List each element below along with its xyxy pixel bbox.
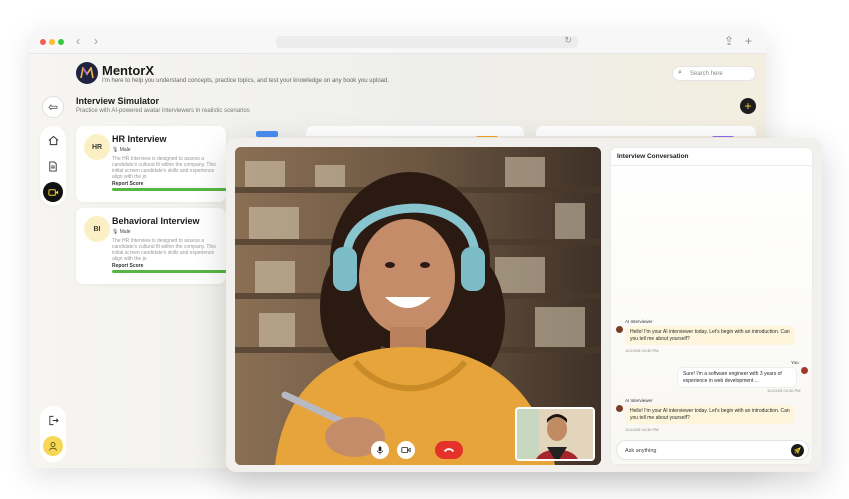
card-partial-3 — [536, 126, 756, 136]
end-call-button[interactable] — [435, 441, 463, 459]
page-title: Interview Simulator — [76, 96, 160, 106]
card-score-bar — [112, 188, 232, 191]
search-placeholder: Search here — [690, 71, 723, 77]
maximize-window-dot[interactable] — [58, 39, 64, 45]
sidebar-item-interview[interactable] — [43, 182, 63, 202]
close-window-dot[interactable] — [40, 39, 46, 45]
chat-message-user: Sure! I'm a software engineer with 3 yea… — [677, 367, 797, 388]
message-timestamp: 11/10/25 04:30 PM — [767, 388, 801, 393]
card-description: The HR Interview is designed to assess a… — [112, 156, 216, 180]
interview-card-behavioral[interactable]: BI Behavioral Interview 🎙 Male The HR In… — [76, 208, 232, 284]
chat-header: Interview Conversation — [611, 148, 812, 166]
ai-avatar — [616, 405, 623, 412]
add-interview-button[interactable]: + — [740, 98, 756, 114]
interview-chat-panel: Interview Conversation AI Interviewer He… — [610, 147, 813, 465]
user-avatar[interactable] — [43, 436, 63, 456]
browser-forward-icon[interactable]: › — [94, 34, 98, 48]
reload-icon[interactable]: ↻ — [564, 35, 572, 46]
document-icon — [49, 160, 57, 172]
sidebar-item-home[interactable] — [43, 130, 63, 150]
sidebar — [40, 126, 66, 462]
minimize-window-dot[interactable] — [49, 39, 55, 45]
browser-titlebar: ‹ › ↻ ⇪ + — [30, 30, 766, 54]
phone-hangup-icon — [443, 448, 455, 453]
card-tag — [256, 131, 278, 137]
new-tab-icon[interactable]: + — [745, 34, 752, 48]
card-score-label: Report Score — [112, 263, 144, 269]
message-sender: AI Interviewer — [625, 398, 653, 403]
video-icon — [47, 188, 58, 196]
card-title: Behavioral Interview — [112, 216, 200, 226]
logout-icon — [48, 415, 59, 425]
browser-back-icon[interactable]: ‹ — [76, 34, 80, 48]
card-score-label: Report Score — [112, 181, 144, 187]
ai-avatar — [616, 326, 623, 333]
sidebar-nav — [40, 126, 66, 206]
user-message-avatar — [801, 367, 808, 374]
user-icon — [49, 442, 57, 451]
card-partial-2 — [306, 126, 524, 136]
mentorx-logo — [76, 62, 98, 84]
message-sender: You — [791, 360, 799, 365]
search-input[interactable]: ⌕ Search here — [672, 66, 756, 81]
interviewer-video-frame — [517, 409, 593, 459]
back-button[interactable]: ⇦ — [42, 96, 64, 118]
interviewer-video-thumbnail[interactable] — [515, 407, 595, 461]
camera-icon — [401, 447, 411, 453]
card-title: HR Interview — [112, 134, 167, 144]
camera-button[interactable] — [397, 441, 415, 459]
video-call-modal: Interview Conversation AI Interviewer He… — [226, 138, 822, 472]
chat-message-ai: Hello! I'm your AI interviewer today. Le… — [625, 405, 795, 424]
stage: ‹ › ↻ ⇪ + MentorX I'm here to help you u… — [0, 0, 849, 499]
card-badge: BI — [84, 216, 110, 242]
message-timestamp: 11/10/25 04:30 PM — [625, 427, 659, 432]
card-badge: HR — [84, 134, 110, 160]
brand-tagline: I'm here to help you understand concepts… — [102, 78, 389, 84]
mic-button[interactable] — [371, 441, 389, 459]
candidate-video — [235, 147, 601, 465]
message-timestamp: 11/10/25 04:30 PM — [625, 348, 659, 353]
home-icon — [48, 135, 58, 145]
card-score-bar — [112, 270, 232, 273]
mic-icon — [376, 445, 384, 455]
chat-input[interactable]: Ask anything — [616, 440, 809, 460]
chat-input-placeholder: Ask anything — [625, 448, 657, 454]
logout-button[interactable] — [43, 410, 63, 430]
search-icon: ⌕ — [678, 69, 682, 76]
sidebar-item-documents[interactable] — [43, 156, 63, 176]
card-description: The HR Interview is designed to assess a… — [112, 238, 216, 262]
address-bar[interactable]: ↻ — [276, 35, 578, 48]
card-gender: 🎙 Male — [112, 147, 131, 153]
chat-message-ai: Hello! I'm your AI interviewer today. Le… — [625, 326, 795, 345]
arrow-left-icon: ⇦ — [47, 100, 59, 114]
send-button[interactable] — [791, 444, 804, 457]
brand-name: MentorX — [102, 63, 154, 78]
share-icon[interactable]: ⇪ — [724, 34, 734, 48]
interview-card-hr[interactable]: HR HR Interview 🎙 Male The HR Interview … — [76, 126, 278, 202]
send-icon — [794, 447, 801, 454]
page-subtitle: Practice with AI-powered avatar intervie… — [76, 108, 250, 114]
message-sender: AI Interviewer — [625, 319, 653, 324]
sidebar-footer — [40, 406, 66, 462]
card-gender: 🎙 Male — [112, 229, 131, 235]
